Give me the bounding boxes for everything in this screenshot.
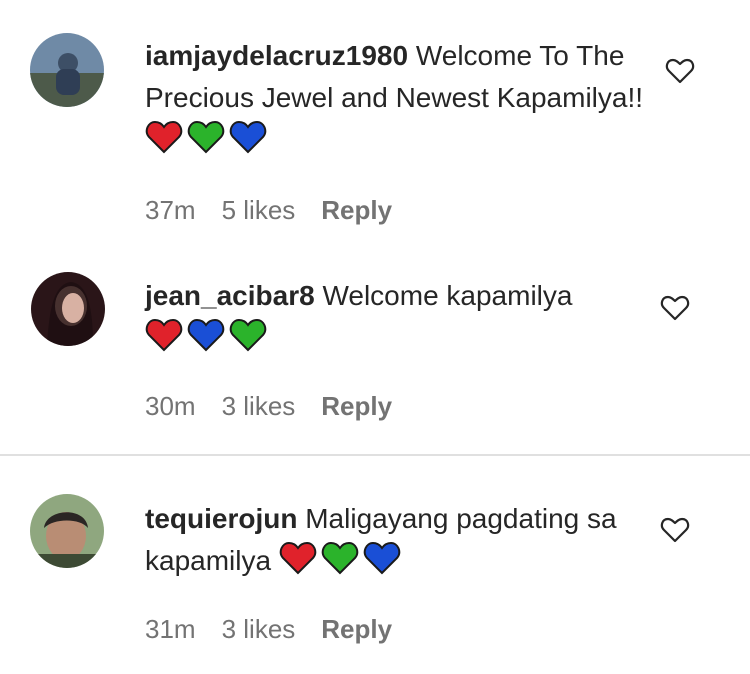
comment-meta: 31m 3 likes Reply [145, 614, 418, 645]
comment-text: iamjaydelacruz1980 Welcome To The Precio… [145, 35, 645, 161]
blue-heart-icon [229, 120, 267, 154]
blue-heart-icon [187, 318, 225, 352]
avatar[interactable] [31, 272, 105, 346]
comment-time: 31m [145, 614, 196, 644]
green-heart-icon [321, 541, 359, 575]
red-heart-icon [145, 120, 183, 154]
emoji-hearts [145, 120, 271, 155]
reply-button[interactable]: Reply [321, 195, 392, 225]
red-heart-icon [145, 318, 183, 352]
reply-button[interactable]: Reply [321, 391, 392, 421]
comment-meta: 30m 3 likes Reply [145, 391, 418, 422]
red-heart-icon [279, 541, 317, 575]
like-heart-icon[interactable] [660, 516, 690, 544]
comment-likes[interactable]: 3 likes [222, 614, 296, 644]
like-heart-icon[interactable] [665, 57, 695, 85]
reply-button[interactable]: Reply [321, 614, 392, 644]
comment-likes[interactable]: 3 likes [222, 391, 296, 421]
comment-meta: 37m 5 likes Reply [145, 195, 418, 226]
emoji-hearts [145, 318, 271, 353]
comment-username[interactable]: tequierojun [145, 503, 297, 534]
green-heart-icon [229, 318, 267, 352]
comment-time: 30m [145, 391, 196, 421]
emoji-hearts [279, 541, 405, 576]
comment-message: Welcome kapamilya [314, 280, 573, 311]
comment-username[interactable]: iamjaydelacruz1980 [145, 40, 408, 71]
avatar[interactable] [30, 494, 104, 568]
like-heart-icon[interactable] [660, 294, 690, 322]
comment-text: tequierojun Maligayang pagdating sa kapa… [145, 498, 645, 582]
comment-time: 37m [145, 195, 196, 225]
blue-heart-icon [363, 541, 401, 575]
comment-text: jean_acibar8 Welcome kapamilya [145, 275, 645, 359]
divider [0, 454, 750, 456]
comment-username[interactable]: jean_acibar8 [145, 280, 315, 311]
green-heart-icon [187, 120, 225, 154]
comment-likes[interactable]: 5 likes [222, 195, 296, 225]
avatar[interactable] [30, 33, 104, 107]
